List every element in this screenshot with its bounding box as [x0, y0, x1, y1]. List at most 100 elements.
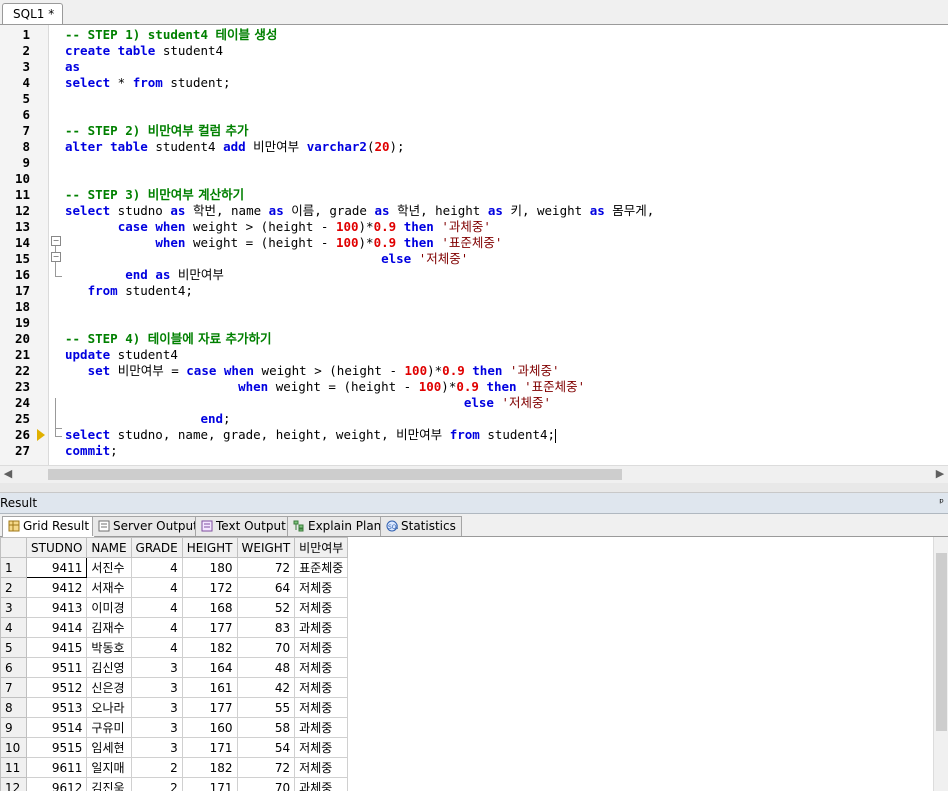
- code-line[interactable]: 2 create table student4: [0, 43, 948, 59]
- grid-cell[interactable]: 70: [236, 637, 296, 658]
- grid-cell[interactable]: 김신영: [86, 657, 132, 678]
- column-header[interactable]: NAME: [86, 537, 132, 558]
- grid-cell[interactable]: 2: [130, 757, 183, 778]
- grid-cell[interactable]: 3: [130, 737, 183, 758]
- grid-cell[interactable]: 4: [130, 597, 183, 618]
- grid-cell[interactable]: 4: [130, 557, 183, 578]
- grid-cell[interactable]: 160: [181, 717, 238, 738]
- fold-toggle-icon[interactable]: −: [51, 252, 61, 262]
- grid-cell[interactable]: 168: [181, 597, 238, 618]
- grid-cell[interactable]: 9611: [25, 757, 88, 778]
- grid-cell[interactable]: 저체중: [294, 657, 349, 678]
- table-row[interactable]: 6 9511 김신영 3 164 48 저체중: [0, 657, 349, 678]
- column-header[interactable]: GRADE: [130, 537, 183, 558]
- scroll-left-icon[interactable]: ◀: [2, 468, 14, 480]
- grid-cell[interactable]: 164: [181, 657, 238, 678]
- row-number[interactable]: 9: [0, 717, 27, 738]
- code-line[interactable]: 23 when weight = (height - 100)*0.9 then…: [0, 379, 948, 395]
- result-grid[interactable]: STUDNO NAME GRADE HEIGHT WEIGHT 비만여부 1 9411 서진수…: [0, 537, 933, 791]
- grid-cell[interactable]: 9412: [25, 577, 88, 598]
- code-line[interactable]: 8 alter table student4 add 비만여부 varchar2(…: [0, 139, 948, 155]
- column-header[interactable]: STUDNO: [25, 537, 88, 558]
- grid-cell[interactable]: 신은경: [86, 677, 132, 698]
- table-row[interactable]: 7 9512 신은경 3 161 42 저체중: [0, 677, 349, 698]
- code-line[interactable]: 16 end as 비만여부: [0, 267, 948, 283]
- grid-cell[interactable]: 3: [130, 697, 183, 718]
- grid-cell[interactable]: 54: [236, 737, 296, 758]
- table-row[interactable]: 4 9414 김재수 4 177 83 과체중: [0, 617, 349, 638]
- editor-horizontal-scrollbar[interactable]: ◀ ▶: [0, 465, 948, 483]
- grid-cell[interactable]: 9413: [25, 597, 88, 618]
- grid-cell[interactable]: 83: [236, 617, 296, 638]
- grid-cell[interactable]: 172: [181, 577, 238, 598]
- tab-explain-plan[interactable]: Explain Plan: [287, 516, 388, 536]
- grid-cell[interactable]: 과체중: [294, 617, 349, 638]
- code-line[interactable]: 21 update student4: [0, 347, 948, 363]
- code-line[interactable]: 7 -- STEP 2) 비만여부 컬럼 추가: [0, 123, 948, 139]
- row-number[interactable]: 5: [0, 637, 27, 658]
- column-header[interactable]: HEIGHT: [181, 537, 238, 558]
- code-line[interactable]: 11 -- STEP 3) 비만여부 계산하기: [0, 187, 948, 203]
- grid-cell[interactable]: 48: [236, 657, 296, 678]
- code-line[interactable]: 1 -- STEP 1) student4 테이블 생성: [0, 27, 948, 43]
- grid-cell[interactable]: 177: [181, 617, 238, 638]
- grid-cell[interactable]: 9414: [25, 617, 88, 638]
- grid-cell[interactable]: 저체중: [294, 697, 349, 718]
- grid-cell[interactable]: 김재수: [86, 617, 132, 638]
- code-line[interactable]: 20 -- STEP 4) 테이블에 자료 추가하기: [0, 331, 948, 347]
- fold-toggle-icon[interactable]: −: [51, 236, 61, 246]
- code-line[interactable]: 27 commit;: [0, 443, 948, 459]
- grid-cell[interactable]: 64: [236, 577, 296, 598]
- scroll-right-icon[interactable]: ▶: [934, 468, 946, 480]
- grid-cell[interactable]: 70: [236, 777, 296, 791]
- code-line[interactable]: 6: [0, 107, 948, 123]
- grid-cell[interactable]: 오나라: [86, 697, 132, 718]
- code-line[interactable]: 19: [0, 315, 948, 331]
- grid-cell[interactable]: 182: [181, 637, 238, 658]
- grid-cell[interactable]: 저체중: [294, 757, 349, 778]
- grid-cell[interactable]: 3: [130, 717, 183, 738]
- tab-statistics[interactable]: SQLStatistics: [380, 516, 462, 536]
- row-number[interactable]: 10: [0, 737, 27, 758]
- grid-cell[interactable]: 42: [236, 677, 296, 698]
- grid-cell[interactable]: 저체중: [294, 637, 349, 658]
- grid-cell[interactable]: 9612: [25, 777, 88, 791]
- grid-cell[interactable]: 저체중: [294, 737, 349, 758]
- grid-corner[interactable]: [0, 537, 27, 558]
- grid-cell[interactable]: 서재수: [86, 577, 132, 598]
- grid-cell[interactable]: 171: [181, 737, 238, 758]
- grid-cell[interactable]: 이미경: [86, 597, 132, 618]
- grid-cell[interactable]: 3: [130, 677, 183, 698]
- code-line[interactable]: 3 as: [0, 59, 948, 75]
- grid-cell[interactable]: 171: [181, 777, 238, 791]
- code-line[interactable]: 4 select * from student;: [0, 75, 948, 91]
- grid-cell[interactable]: 과체중: [294, 717, 349, 738]
- table-row[interactable]: 1 9411 서진수 4 180 72 표준체중: [0, 557, 349, 578]
- grid-cell[interactable]: 박동호: [86, 637, 132, 658]
- grid-cell[interactable]: 55: [236, 697, 296, 718]
- row-number[interactable]: 1: [0, 557, 27, 578]
- grid-cell[interactable]: 52: [236, 597, 296, 618]
- grid-cell[interactable]: 2: [130, 777, 183, 791]
- grid-cell[interactable]: 김진욱: [86, 777, 132, 791]
- row-number[interactable]: 7: [0, 677, 27, 698]
- grid-cell[interactable]: 177: [181, 697, 238, 718]
- row-number[interactable]: 6: [0, 657, 27, 678]
- row-number[interactable]: 2: [0, 577, 27, 598]
- code-line[interactable]: 9: [0, 155, 948, 171]
- table-row[interactable]: 10 9515 임세현 3 171 54 저체중: [0, 737, 349, 758]
- tab-sql1[interactable]: SQL1 *: [2, 3, 64, 24]
- column-header[interactable]: WEIGHT: [236, 537, 296, 558]
- code-line[interactable]: 25 end;: [0, 411, 948, 427]
- grid-cell[interactable]: 72: [236, 757, 296, 778]
- table-row[interactable]: 11 9611 일지매 2 182 72 저체중: [0, 757, 349, 778]
- code-line[interactable]: 17 from student4;: [0, 283, 948, 299]
- grid-cell[interactable]: 180: [181, 557, 238, 578]
- grid-cell[interactable]: 저체중: [294, 597, 349, 618]
- grid-cell[interactable]: 저체중: [294, 577, 349, 598]
- code-line[interactable]: 26 select studno, name, grade, height, we…: [0, 427, 948, 443]
- table-row[interactable]: 9 9514 구유미 3 160 58 과체중: [0, 717, 349, 738]
- table-row[interactable]: 12 9612 김진욱 2 171 70 과체중: [0, 777, 349, 791]
- tab-text-output[interactable]: Text Output: [195, 516, 292, 536]
- grid-cell[interactable]: 58: [236, 717, 296, 738]
